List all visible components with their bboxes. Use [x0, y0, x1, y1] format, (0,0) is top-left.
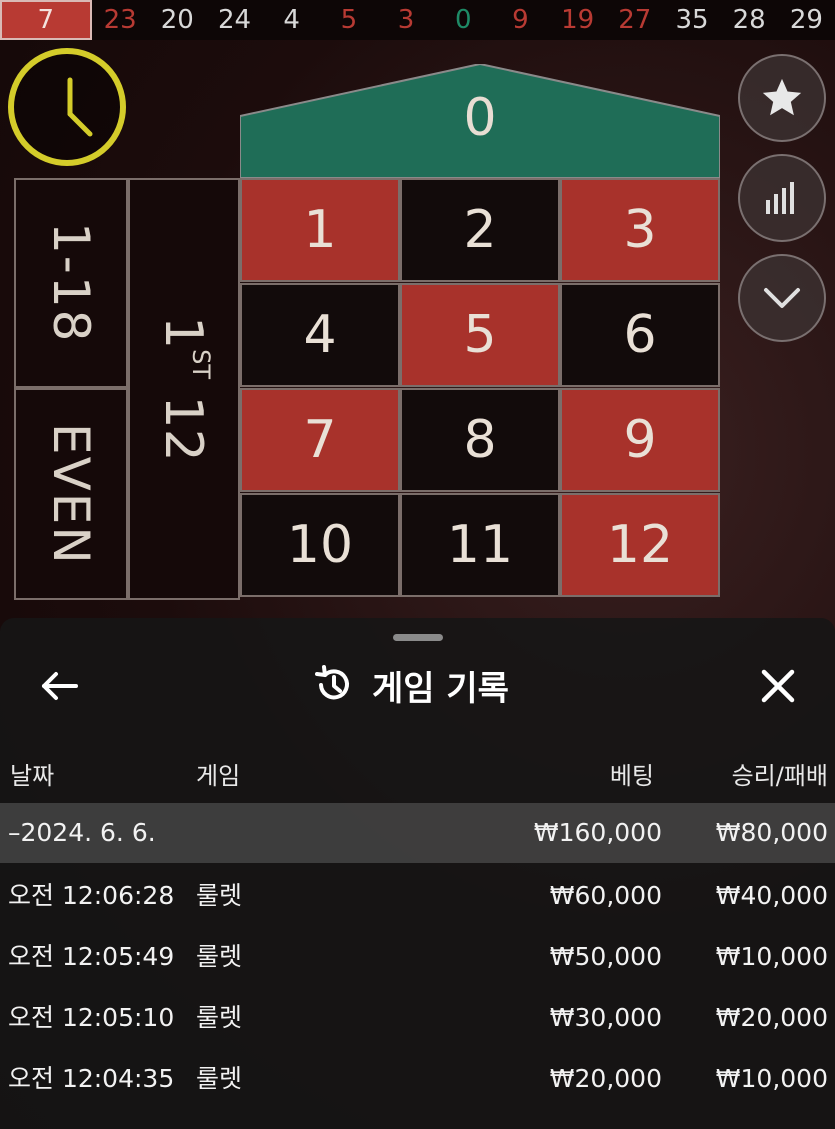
row-time: 오전 12:04:35: [8, 1064, 175, 1093]
star-icon: [762, 78, 802, 116]
row-time: 오전 12:05:10: [8, 1003, 175, 1032]
dozen-num: 1: [152, 316, 213, 350]
date-group-winloss: ₩80,000: [715, 818, 828, 847]
history-number: 24: [217, 5, 252, 35]
sheet-title-text: 게임 기록: [372, 668, 509, 709]
number-cell-11[interactable]: 11: [400, 493, 560, 597]
dozen-label: 1ST 12: [153, 316, 215, 462]
dozen-sup: ST: [187, 349, 216, 380]
stats-icon: [766, 182, 794, 214]
history-number: 19: [561, 5, 595, 35]
history-number: 4: [283, 5, 300, 35]
number-cell-1[interactable]: 1: [240, 178, 400, 282]
chevron-down-icon: [764, 288, 800, 308]
row-winloss: ₩10,000: [715, 942, 828, 971]
number-cell-5[interactable]: 5: [400, 283, 560, 387]
row-winloss: ₩20,000: [715, 1003, 828, 1032]
low-label: 1-18: [42, 222, 100, 344]
bet-even[interactable]: EVEN: [14, 388, 128, 600]
column-header-winloss[interactable]: 승리/패배: [680, 756, 828, 791]
row-bet: ₩60,000: [549, 881, 662, 910]
history-number: 7: [0, 0, 92, 40]
sheet-grabber[interactable]: [393, 634, 443, 641]
number-cell-12[interactable]: 12: [560, 493, 720, 597]
back-arrow-icon[interactable]: [36, 664, 84, 708]
bet-first-dozen[interactable]: 1ST 12: [128, 178, 240, 600]
date-group-date: –2024. 6. 6.: [8, 818, 156, 847]
favorites-button[interactable]: [738, 54, 826, 142]
history-row[interactable]: 오전 12:04:35 룰렛 ₩20,000 ₩10,000: [0, 1049, 835, 1109]
history-number: 23: [103, 5, 137, 35]
row-game: 룰렛: [196, 1064, 243, 1093]
zero-label: 0: [463, 88, 497, 148]
history-number: 27: [618, 5, 652, 35]
number-cell-2[interactable]: 2: [400, 178, 560, 282]
column-header-game[interactable]: 게임: [196, 756, 240, 791]
history-number: 3: [397, 5, 415, 35]
history-row[interactable]: 오전 12:05:10 룰렛 ₩30,000 ₩20,000: [0, 988, 835, 1048]
result-history: 7 23 20 24 4 5 3 0 9 19 27 35 28 29: [0, 0, 835, 40]
row-bet: ₩50,000: [549, 942, 662, 971]
history-number: 35: [675, 5, 709, 35]
row-bet: ₩20,000: [549, 1064, 662, 1093]
column-header-bet[interactable]: 베팅: [560, 756, 654, 791]
close-icon[interactable]: [758, 664, 798, 708]
dozen-12: 12: [152, 395, 213, 462]
column-header-date[interactable]: 날짜: [10, 756, 54, 791]
row-time: 오전 12:05:49: [8, 942, 175, 971]
number-cell-8[interactable]: 8: [400, 388, 560, 492]
history-number: 9: [512, 5, 529, 35]
row-time: 오전 12:06:28: [8, 881, 175, 910]
history-number: 29: [789, 5, 823, 35]
history-number: 0: [454, 5, 472, 35]
row-winloss: ₩40,000: [715, 881, 828, 910]
number-cell-3[interactable]: 3: [560, 178, 720, 282]
row-game: 룰렛: [196, 1003, 243, 1032]
number-cell-7[interactable]: 7: [240, 388, 400, 492]
row-game: 룰렛: [196, 942, 243, 971]
even-label: EVEN: [42, 422, 100, 566]
statistics-button[interactable]: [738, 154, 826, 242]
history-row[interactable]: 오전 12:06:28 룰렛 ₩60,000 ₩40,000: [0, 866, 835, 926]
history-number: 28: [732, 5, 766, 35]
bet-low-1-18[interactable]: 1-18: [14, 178, 128, 388]
number-cell-6[interactable]: 6: [560, 283, 720, 387]
sheet-title: 게임 기록: [312, 660, 509, 710]
row-winloss: ₩10,000: [715, 1064, 828, 1093]
history-icon: [315, 665, 349, 700]
row-bet: ₩30,000: [549, 1003, 662, 1032]
number-cell-9[interactable]: 9: [560, 388, 720, 492]
collapse-button[interactable]: [738, 254, 826, 342]
date-group-row[interactable]: –2024. 6. 6. ₩160,000 ₩80,000: [0, 803, 835, 863]
row-game: 룰렛: [196, 881, 243, 910]
number-cell-4[interactable]: 4: [240, 283, 400, 387]
history-number: 20: [160, 5, 194, 35]
history-row[interactable]: 오전 12:05:49 룰렛 ₩50,000 ₩10,000: [0, 927, 835, 987]
date-group-bet: ₩160,000: [533, 818, 662, 847]
history-number: 5: [340, 5, 358, 35]
number-cell-10[interactable]: 10: [240, 493, 400, 597]
timer-icon: [8, 48, 126, 166]
